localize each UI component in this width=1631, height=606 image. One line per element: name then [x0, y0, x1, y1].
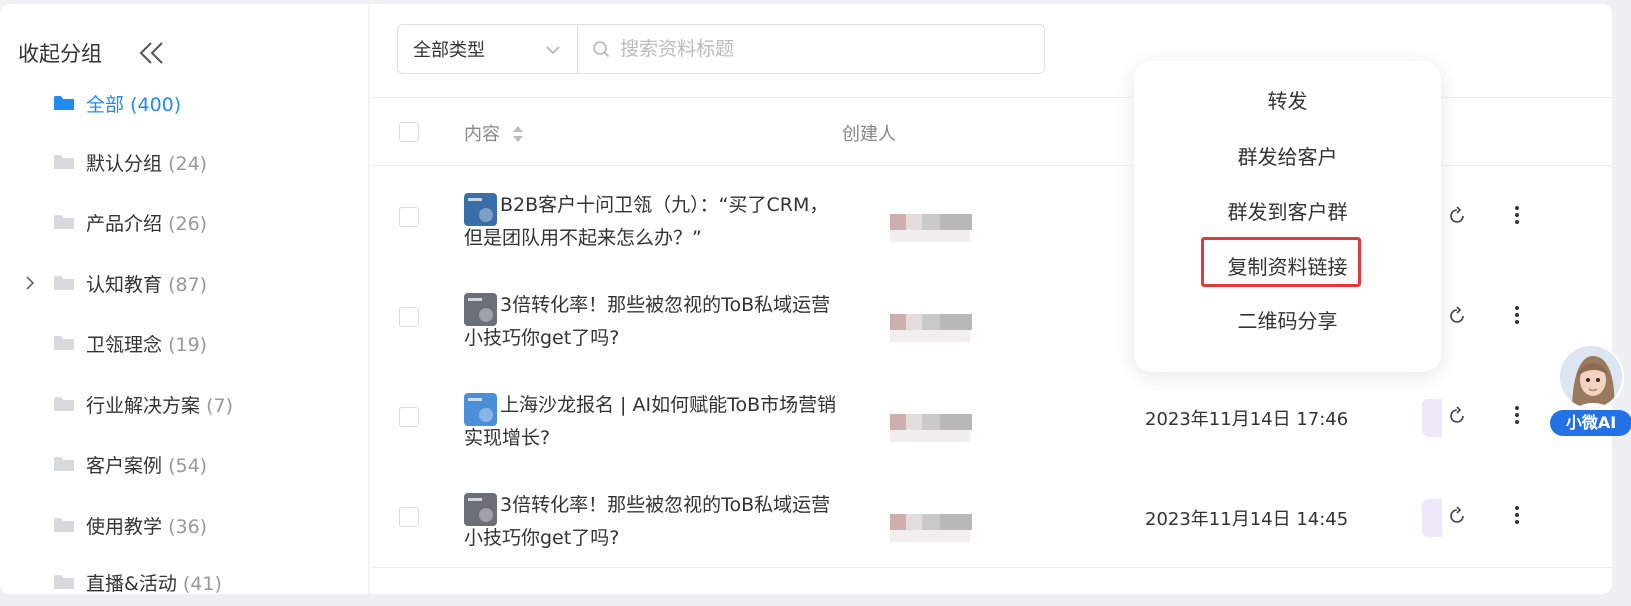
- refresh-icon[interactable]: [1446, 305, 1468, 327]
- refresh-icon[interactable]: [1446, 505, 1468, 527]
- type-select-value: 全部类型: [413, 40, 485, 61]
- refresh-icon[interactable]: [1446, 405, 1468, 427]
- sidebar-group-label: 行业解决方案 (7): [86, 394, 233, 417]
- folder-icon: [54, 336, 74, 350]
- sidebar-group-item[interactable]: 全部 (400): [0, 86, 360, 120]
- folder-icon: [54, 397, 74, 411]
- share-menu-item[interactable]: 群发给客户: [1134, 141, 1441, 170]
- folder-icon: [54, 276, 74, 290]
- search-icon: [593, 41, 610, 58]
- chevron-right-icon[interactable]: [22, 275, 38, 291]
- creator-avatar-blurred: [890, 410, 974, 444]
- share-popover-menu: 转发 群发给客户 群发到客户群 复制资料链接 二维码分享: [1134, 61, 1441, 372]
- created-date: 2023年11月14日 17:46: [1145, 409, 1349, 430]
- sidebar-group-item[interactable]: 卫瓴理念 (19): [0, 326, 360, 360]
- folder-icon: [54, 575, 74, 589]
- group-sidebar: 收起分组 全部 (400) 默认分组 (24) 产品介绍 (26) 认知教育 (87)…: [0, 4, 369, 594]
- sidebar-group-item[interactable]: 使用教学 (36): [0, 508, 360, 542]
- row-checkbox[interactable]: [399, 407, 419, 427]
- folder-icon: [54, 215, 74, 229]
- material-title[interactable]: 上海沙龙报名 | AI如何赋能ToB市场营销实现增长?: [464, 389, 844, 455]
- creator-avatar-blurred: [890, 310, 974, 344]
- app-frame: 收起分组 全部 (400) 默认分组 (24) 产品介绍 (26) 认知教育 (87)…: [0, 4, 1612, 594]
- share-menu-item[interactable]: 群发到客户群: [1134, 196, 1441, 225]
- sidebar-group-label: 直播&活动 (41): [86, 572, 222, 595]
- assistant-avatar-icon: [1560, 346, 1622, 408]
- ai-avatar[interactable]: [1558, 344, 1624, 410]
- share-menu-item[interactable]: 二维码分享: [1134, 305, 1441, 334]
- sidebar-group-label: 使用教学 (36): [86, 515, 208, 538]
- row-checkbox[interactable]: [399, 207, 419, 227]
- more-vertical-icon[interactable]: [1506, 303, 1528, 327]
- sidebar-group-item[interactable]: 认知教育 (87): [0, 266, 360, 300]
- folder-icon: [54, 96, 74, 110]
- material-title[interactable]: 3倍转化率！那些被忽视的ToB私域运营小技巧你get了吗?: [464, 489, 844, 555]
- sidebar-group-item[interactable]: 默认分组 (24): [0, 145, 360, 179]
- sidebar-group-label: 产品介绍 (26): [86, 212, 208, 235]
- table-row[interactable]: 上海沙龙报名 | AI如何赋能ToB市场营销实现增长? 2023年11月14日 1…: [370, 367, 1612, 468]
- sidebar-group-label: 全部 (400): [86, 93, 182, 116]
- search-box: [578, 25, 1044, 73]
- material-title[interactable]: B2B客户十问卫瓴（九）：“买了CRM，但是团队用不起来怎么办？”: [464, 189, 844, 255]
- link-tag-icon: [1422, 499, 1442, 537]
- collapse-groups-toggle[interactable]: 收起分组: [18, 36, 166, 70]
- sidebar-group-item[interactable]: 产品介绍 (26): [0, 205, 360, 239]
- sidebar-group-label: 认知教育 (87): [86, 273, 208, 296]
- row-checkbox[interactable]: [399, 507, 419, 527]
- more-vertical-icon[interactable]: [1506, 503, 1528, 527]
- ai-assistant-label: 小微AI: [1550, 410, 1631, 436]
- more-vertical-icon[interactable]: [1506, 403, 1528, 427]
- content-header-label: 内容: [464, 124, 500, 145]
- content-column-header[interactable]: 内容: [464, 120, 524, 146]
- creator-column-header: 创建人: [842, 124, 896, 145]
- sidebar-group-item[interactable]: 行业解决方案 (7): [0, 387, 360, 421]
- search-input[interactable]: [620, 38, 1000, 60]
- collapse-groups-label: 收起分组: [18, 42, 102, 66]
- created-date: 2023年11月14日 14:45: [1145, 509, 1349, 530]
- sidebar-group-label: 默认分组 (24): [86, 152, 208, 175]
- filter-bar: 全部类型: [397, 24, 1045, 74]
- refresh-icon[interactable]: [1446, 205, 1468, 227]
- more-vertical-icon[interactable]: [1506, 203, 1528, 227]
- ai-assistant-widget[interactable]: 小微AI: [1550, 344, 1631, 436]
- chevron-down-icon: [546, 46, 560, 55]
- material-title[interactable]: 3倍转化率！那些被忽视的ToB私域运营小技巧你get了吗?: [464, 289, 844, 355]
- select-all-checkbox[interactable]: [399, 122, 419, 142]
- creator-avatar-blurred: [890, 210, 974, 244]
- creator-avatar-blurred: [890, 510, 974, 544]
- sort-icon[interactable]: [512, 125, 524, 143]
- sidebar-group-label: 客户案例 (54): [86, 454, 208, 477]
- type-select[interactable]: 全部类型: [398, 25, 578, 73]
- sidebar-group-item[interactable]: 客户案例 (54): [0, 447, 360, 481]
- sidebar-group-item[interactable]: 直播&活动 (41): [0, 565, 360, 594]
- table-row[interactable]: 3倍转化率！那些被忽视的ToB私域运营小技巧你get了吗? 2023年11月14日…: [370, 467, 1612, 568]
- sidebar-group-label: 卫瓴理念 (19): [86, 333, 208, 356]
- row-checkbox[interactable]: [399, 307, 419, 327]
- share-menu-item[interactable]: 转发: [1134, 85, 1441, 114]
- folder-icon: [54, 518, 74, 532]
- double-chevron-left-icon[interactable]: [138, 40, 166, 66]
- folder-icon: [54, 457, 74, 471]
- copy-link-highlight-box: [1201, 237, 1361, 287]
- folder-icon: [54, 155, 74, 169]
- link-tag-icon: [1422, 399, 1442, 437]
